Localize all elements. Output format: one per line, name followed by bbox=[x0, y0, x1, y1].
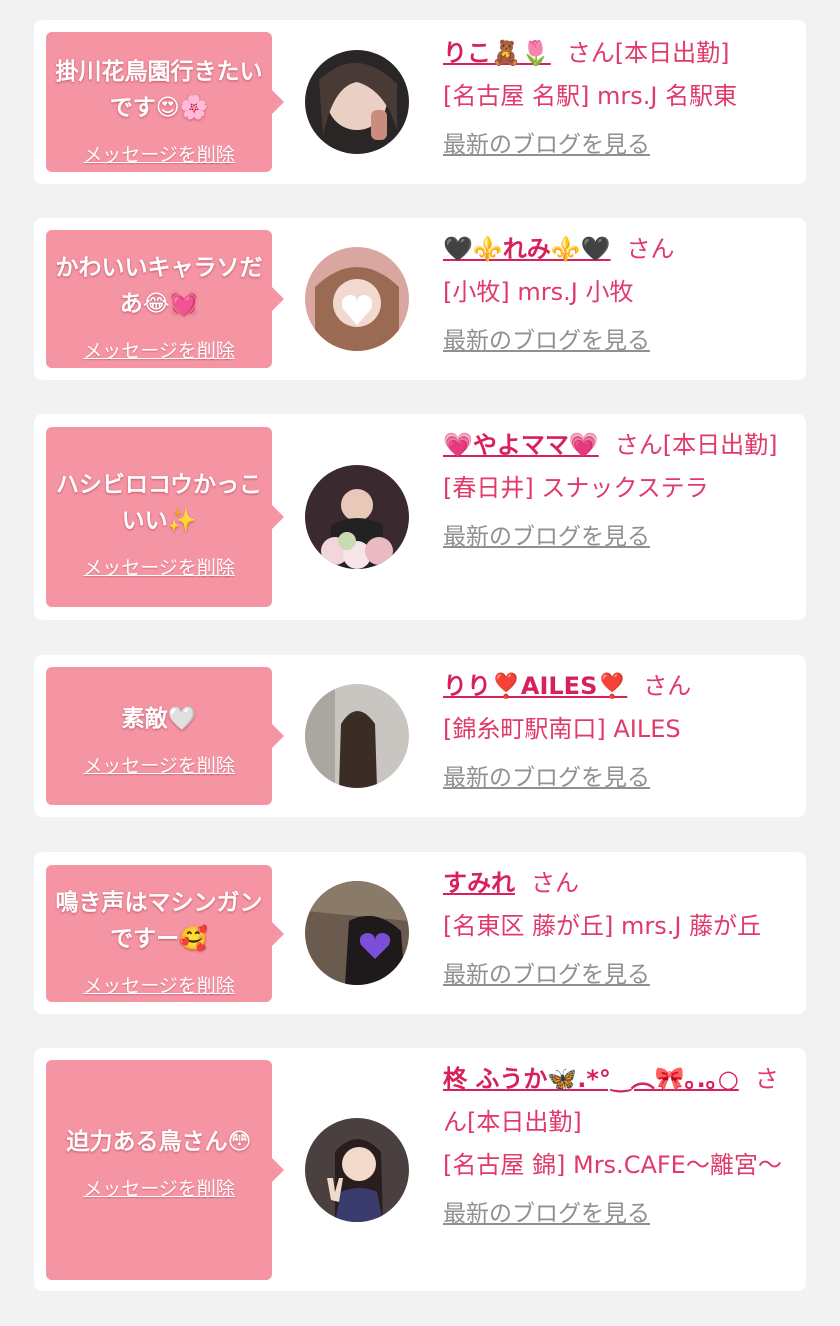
cast-name-link[interactable]: りり❣️AILES❣️ bbox=[443, 672, 627, 700]
shop-name: [小牧] mrs.J 小牧 bbox=[443, 278, 634, 306]
cast-name-link[interactable]: 🖤⚜️れみ⚜️🖤 bbox=[443, 235, 611, 263]
cast-suffix: さん[本日出勤] bbox=[566, 39, 730, 67]
delete-message-link[interactable]: メッセージを削除 bbox=[54, 553, 264, 580]
cast-name-link[interactable]: りこ🧸🌷 bbox=[443, 39, 551, 67]
message-card: 素敵🤍 メッセージを削除 りり❣️AILES❣️ さん [錦糸町駅南口] AILE… bbox=[34, 655, 806, 817]
latest-blog-link[interactable]: 最新のブログを見る bbox=[443, 757, 793, 800]
message-text: 迫力ある鳥さん😳 bbox=[66, 1129, 252, 1155]
latest-blog-link[interactable]: 最新のブログを見る bbox=[443, 320, 793, 363]
cast-suffix: さん[本日出勤] bbox=[614, 431, 778, 459]
cast-suffix: さん bbox=[626, 235, 675, 263]
message-bubble: かわいいキャラソだあ😂💓 メッセージを削除 bbox=[46, 230, 284, 368]
avatar[interactable] bbox=[305, 247, 409, 351]
message-bubble: 鳴き声はマシンガンですー🥰 メッセージを削除 bbox=[46, 865, 284, 1002]
shop-name: [名古屋 名駅] mrs.J 名駅東 bbox=[443, 82, 738, 110]
cast-info: 💗やよママ💗 さん[本日出勤] [春日井] スナックステラ 最新のブログを見る bbox=[443, 424, 793, 559]
message-bubble: 迫力ある鳥さん😳 メッセージを削除 bbox=[46, 1060, 284, 1280]
message-text: 掛川花鳥園行きたいです😍🌸 bbox=[55, 59, 263, 121]
cast-info: すみれ さん [名東区 藤が丘] mrs.J 藤が丘 最新のブログを見る bbox=[443, 862, 793, 997]
shop-name: [名東区 藤が丘] mrs.J 藤が丘 bbox=[443, 912, 762, 940]
message-list: 掛川花鳥園行きたいです😍🌸 メッセージを削除 りこ🧸🌷 さん[本日出勤] [名古屋… bbox=[0, 0, 840, 1326]
message-bubble: 素敵🤍 メッセージを削除 bbox=[46, 667, 284, 805]
cast-info: りり❣️AILES❣️ さん [錦糸町駅南口] AILES 最新のブログを見る bbox=[443, 665, 793, 800]
cast-name-link[interactable]: 💗やよママ💗 bbox=[443, 431, 599, 459]
cast-suffix: さん bbox=[643, 672, 692, 700]
delete-message-link[interactable]: メッセージを削除 bbox=[54, 1174, 264, 1201]
cast-info: 🖤⚜️れみ⚜️🖤 さん [小牧] mrs.J 小牧 最新のブログを見る bbox=[443, 228, 793, 363]
message-text: 鳴き声はマシンガンですー🥰 bbox=[55, 890, 263, 952]
message-text: ハシビロコウかっこいい✨ bbox=[55, 472, 263, 534]
message-text: かわいいキャラソだあ😂💓 bbox=[55, 255, 263, 317]
message-card: 鳴き声はマシンガンですー🥰 メッセージを削除 すみれ さん [名東区 藤が丘] m… bbox=[34, 852, 806, 1014]
message-card: ハシビロコウかっこいい✨ メッセージを削除 💗やよママ💗 さん[本日出勤] [春日… bbox=[34, 414, 806, 620]
message-bubble: 掛川花鳥園行きたいです😍🌸 メッセージを削除 bbox=[46, 32, 284, 172]
cast-suffix: さん bbox=[531, 869, 579, 897]
cast-name-link[interactable]: 柊 ふうか🦋.*°‿︵🎀｡.｡○ bbox=[443, 1065, 739, 1093]
latest-blog-link[interactable]: 最新のブログを見る bbox=[443, 954, 793, 997]
shop-name: [名古屋 錦] Mrs.CAFE〜離宮〜 bbox=[443, 1151, 782, 1179]
message-text: 素敵🤍 bbox=[121, 706, 197, 732]
delete-message-link[interactable]: メッセージを削除 bbox=[54, 140, 264, 167]
delete-message-link[interactable]: メッセージを削除 bbox=[54, 751, 264, 778]
avatar[interactable] bbox=[305, 1118, 409, 1222]
message-card: かわいいキャラソだあ😂💓 メッセージを削除 🖤⚜️れみ⚜️🖤 さん [小牧] mr… bbox=[34, 218, 806, 380]
avatar[interactable] bbox=[305, 50, 409, 154]
cast-info: りこ🧸🌷 さん[本日出勤] [名古屋 名駅] mrs.J 名駅東 最新のブログを見… bbox=[443, 32, 793, 167]
latest-blog-link[interactable]: 最新のブログを見る bbox=[443, 124, 793, 167]
message-card: 掛川花鳥園行きたいです😍🌸 メッセージを削除 りこ🧸🌷 さん[本日出勤] [名古屋… bbox=[34, 20, 806, 184]
shop-name: [錦糸町駅南口] AILES bbox=[443, 715, 681, 743]
delete-message-link[interactable]: メッセージを削除 bbox=[54, 971, 264, 998]
avatar[interactable] bbox=[305, 881, 409, 985]
latest-blog-link[interactable]: 最新のブログを見る bbox=[443, 516, 793, 559]
avatar[interactable] bbox=[305, 465, 409, 569]
cast-name-link[interactable]: すみれ bbox=[443, 869, 515, 897]
shop-name: [春日井] スナックステラ bbox=[443, 474, 709, 502]
message-card: 迫力ある鳥さん😳 メッセージを削除 柊 ふうか🦋.*°‿︵🎀｡.｡○ さん[本日出… bbox=[34, 1048, 806, 1291]
delete-message-link[interactable]: メッセージを削除 bbox=[54, 336, 264, 363]
avatar[interactable] bbox=[305, 684, 409, 788]
cast-info: 柊 ふうか🦋.*°‿︵🎀｡.｡○ さん[本日出勤] [名古屋 錦] Mrs.CAF… bbox=[443, 1058, 793, 1236]
latest-blog-link[interactable]: 最新のブログを見る bbox=[443, 1193, 793, 1236]
message-bubble: ハシビロコウかっこいい✨ メッセージを削除 bbox=[46, 427, 284, 607]
